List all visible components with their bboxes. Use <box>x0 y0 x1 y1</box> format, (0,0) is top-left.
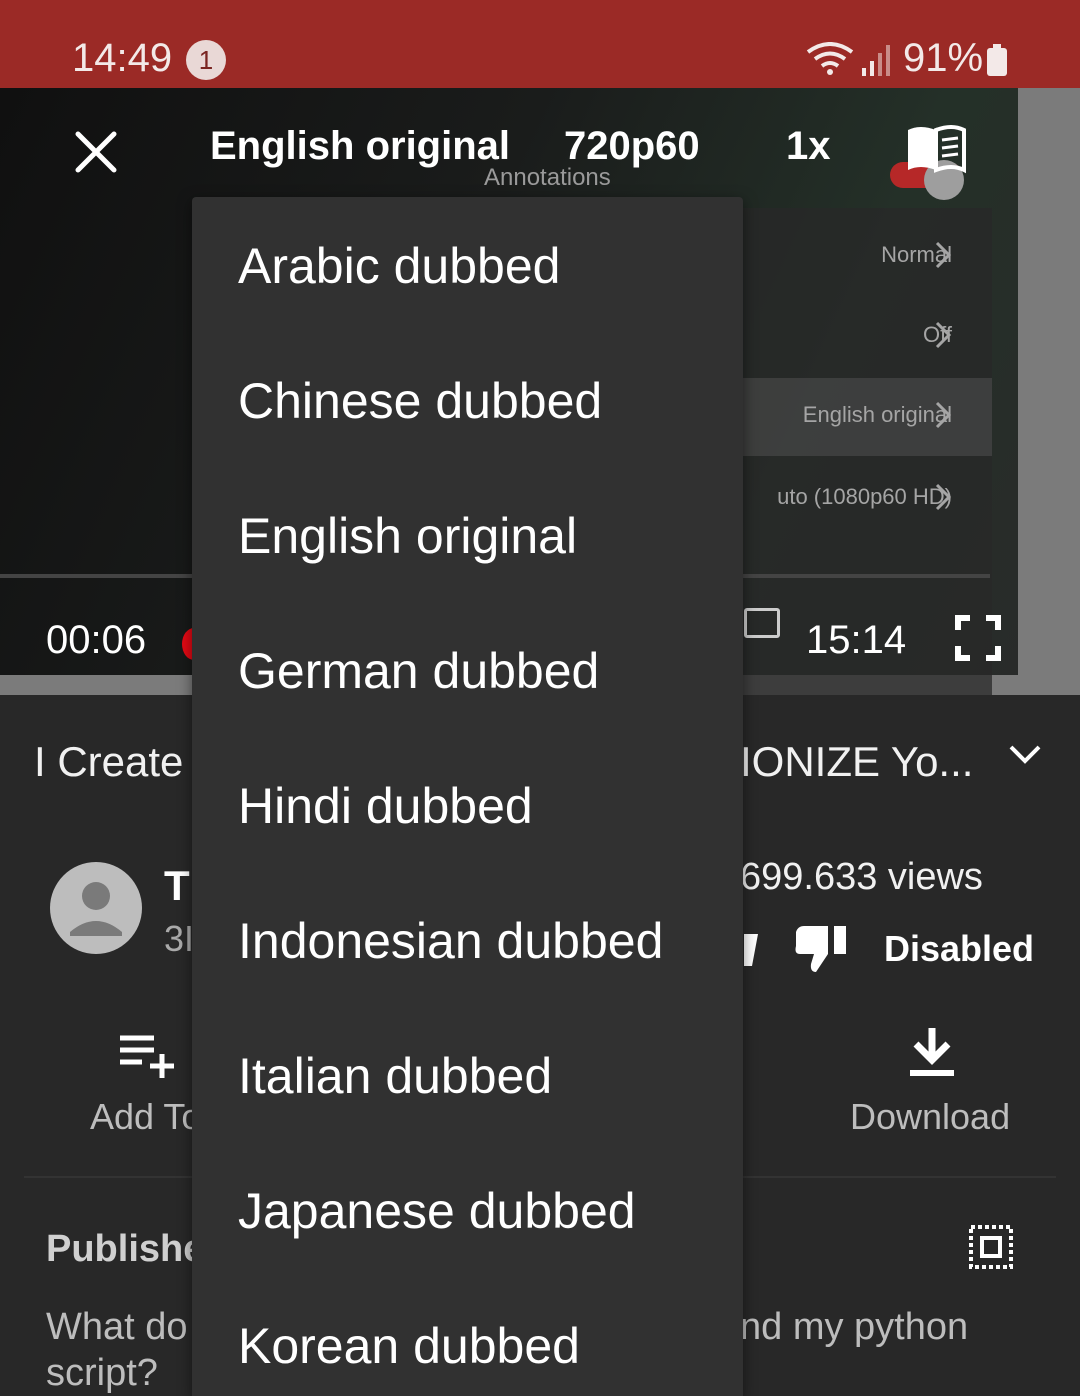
cast-icon[interactable] <box>744 608 780 638</box>
video-title-end[interactable]: IONIZE Yo... <box>740 738 973 786</box>
settings-row-audio-track[interactable]: English original <box>803 402 952 428</box>
menu-item-korean[interactable]: Korean dubbed <box>192 1279 743 1396</box>
signal-icon <box>862 45 890 76</box>
fullscreen-icon[interactable] <box>954 614 1002 662</box>
menu-item-german[interactable]: German dubbed <box>192 604 743 739</box>
audio-track-menu: Arabic dubbed Chinese dubbed English ori… <box>192 197 743 1396</box>
description-text-end: nd my python <box>740 1306 969 1348</box>
status-bar: 14:49 1 91% <box>0 0 1080 88</box>
status-time: 14:49 <box>72 36 173 80</box>
channel-name[interactable]: T <box>164 862 190 910</box>
battery-percent: 91% <box>903 36 984 80</box>
wifi-icon <box>806 42 854 75</box>
download-icon[interactable] <box>904 1026 960 1078</box>
video-title[interactable]: I Create <box>34 738 183 786</box>
dislike-icon[interactable] <box>794 922 850 974</box>
menu-item-chinese[interactable]: Chinese dubbed <box>192 334 743 469</box>
menu-item-indonesian[interactable]: Indonesian dubbed <box>192 874 743 1009</box>
dislike-label: Disabled <box>884 928 1035 969</box>
view-count: 699.633 views <box>740 856 983 898</box>
description-text: What do <box>46 1306 188 1348</box>
add-to-playlist-icon[interactable] <box>118 1034 178 1078</box>
add-to-label[interactable]: Add To <box>90 1096 201 1138</box>
published-heading: Publishe <box>46 1228 205 1270</box>
player-edge <box>1018 88 1080 695</box>
expand-icon[interactable] <box>1008 744 1042 766</box>
audio-track-button[interactable]: English original <box>210 124 510 169</box>
close-icon[interactable] <box>72 128 120 176</box>
total-time: 15:14 <box>806 618 907 662</box>
description-text-line2: script? <box>46 1352 158 1394</box>
menu-item-japanese[interactable]: Japanese dubbed <box>192 1144 743 1279</box>
settings-row-quality[interactable]: uto (1080p60 HD) <box>777 484 952 510</box>
book-icon[interactable] <box>904 124 968 176</box>
person-icon <box>70 882 122 936</box>
chevron-right-icon <box>935 241 952 269</box>
current-time: 00:06 <box>46 618 147 662</box>
quality-button[interactable]: 720p60 <box>564 124 700 169</box>
notification-badge: 1 <box>186 40 226 80</box>
battery-icon <box>987 44 1007 76</box>
chevron-right-icon <box>935 401 952 429</box>
chevron-right-icon <box>935 483 952 511</box>
chevron-right-icon <box>935 321 952 349</box>
menu-item-english[interactable]: English original <box>192 469 743 604</box>
menu-item-italian[interactable]: Italian dubbed <box>192 1009 743 1144</box>
menu-item-arabic[interactable]: Arabic dubbed <box>192 199 743 334</box>
subscriber-count: 3I <box>164 918 195 959</box>
menu-item-hindi[interactable]: Hindi dubbed <box>192 739 743 874</box>
download-label[interactable]: Download <box>850 1096 1010 1138</box>
playback-speed-button[interactable]: 1x <box>786 124 831 169</box>
dotted-square-icon[interactable] <box>968 1224 1014 1270</box>
channel-avatar[interactable] <box>50 862 142 954</box>
like-icon[interactable] <box>742 930 762 970</box>
